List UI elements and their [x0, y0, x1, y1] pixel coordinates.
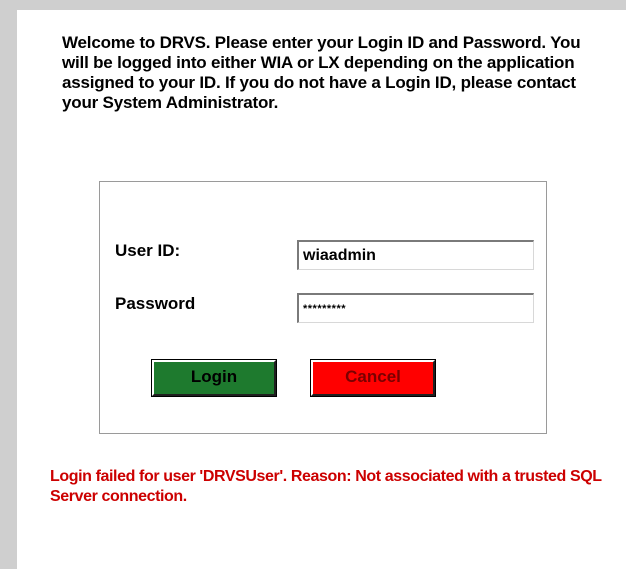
cancel-button[interactable]: Cancel — [310, 359, 436, 397]
password-input[interactable] — [297, 293, 534, 323]
top-border — [0, 0, 626, 10]
password-label: Password — [115, 294, 196, 313]
user-id-label: User ID: — [115, 241, 181, 260]
error-message: Login failed for user 'DRVSUser'. Reason… — [50, 468, 602, 505]
user-id-input[interactable] — [297, 240, 534, 270]
left-border — [0, 0, 17, 569]
login-page: Welcome to DRVS. Please enter your Login… — [0, 0, 626, 569]
welcome-message: Welcome to DRVS. Please enter your Login… — [62, 33, 581, 112]
login-button[interactable]: Login — [151, 359, 277, 397]
